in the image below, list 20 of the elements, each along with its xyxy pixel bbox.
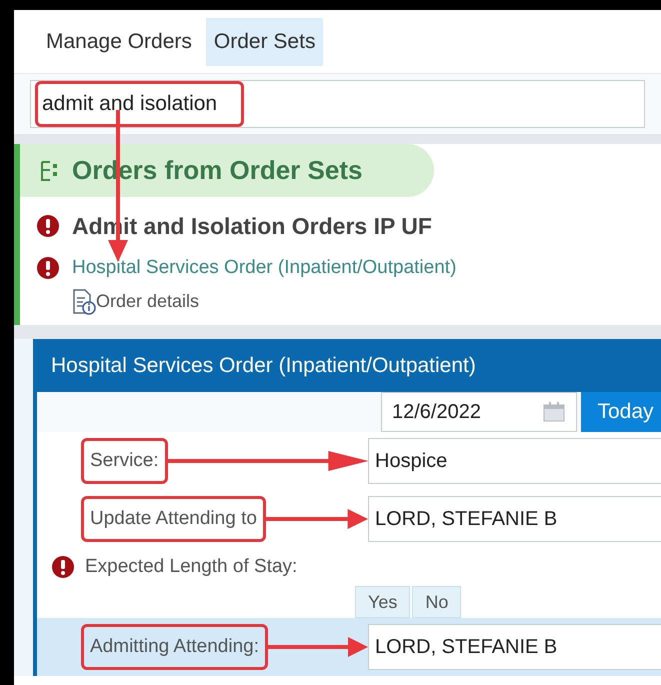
field-label: Update Attending to — [81, 496, 266, 542]
calendar-icon — [542, 401, 566, 423]
tab[interactable]: Manage Orders — [38, 18, 200, 66]
text-field[interactable]: LORD, STEFANIE B — [368, 624, 661, 670]
order-details-icon — [72, 288, 96, 314]
field-label: Admitting Attending: — [81, 624, 268, 670]
field-label: Service: — [81, 438, 168, 484]
field-label: Expected Length of Stay: — [85, 554, 298, 579]
text-field[interactable]: LORD, STEFANIE B — [368, 496, 661, 542]
text-field[interactable]: Hospice — [368, 438, 661, 484]
form-title: Hospital Services Order (Inpatient/Outpatient) — [51, 352, 476, 379]
option-button[interactable]: No — [412, 586, 462, 618]
list-icon — [40, 160, 60, 182]
search-field[interactable]: admit and isolation — [30, 80, 645, 128]
date-field[interactable]: 12/6/2022 — [381, 392, 577, 432]
option-button[interactable]: Yes — [355, 586, 410, 618]
order-link[interactable]: Hospital Services Order (Inpatient/Outpatient) — [72, 254, 456, 282]
today-button[interactable]: Today — [581, 392, 661, 432]
order-details-link[interactable]: Order details — [96, 288, 200, 315]
tab[interactable]: Order Sets — [206, 18, 324, 66]
